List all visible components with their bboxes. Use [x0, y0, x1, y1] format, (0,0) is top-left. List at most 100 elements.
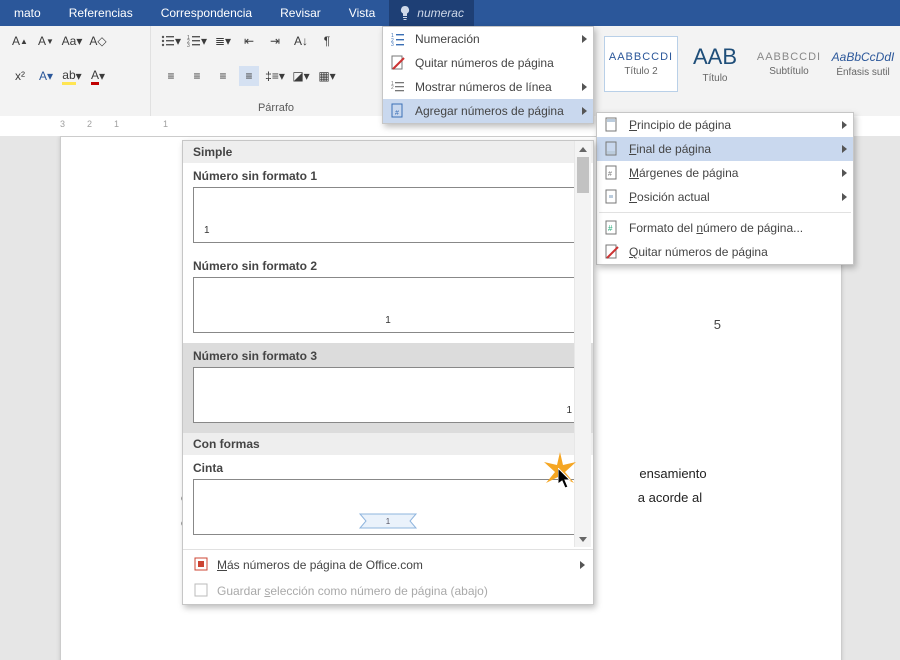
gallery-option-plain-3[interactable]: Número sin formato 3 1: [183, 343, 593, 433]
page-number-position-menu: Principio de página Final de página # Má…: [596, 112, 854, 265]
menu-final-pagina[interactable]: Final de página: [597, 137, 853, 161]
svg-text:3: 3: [391, 42, 394, 47]
tab-view[interactable]: Vista: [335, 0, 389, 26]
option-preview: 1: [193, 479, 583, 535]
page-number-icon: #: [389, 102, 407, 120]
tab-mailings[interactable]: Correspondencia: [147, 0, 266, 26]
align-center-button[interactable]: ≡: [187, 66, 207, 86]
change-case-button[interactable]: Aa▾: [62, 31, 82, 51]
menu-numeracion[interactable]: 123 Numeración: [383, 27, 593, 51]
menu-formato-numero[interactable]: # Formato del número de página...: [597, 216, 853, 240]
menu-label: Posición actual: [629, 190, 710, 204]
shading-button[interactable]: ◪▾: [291, 66, 311, 86]
gallery-option-plain-1[interactable]: Número sin formato 1 1: [183, 163, 593, 253]
option-preview: 1: [193, 277, 583, 333]
bullets-button[interactable]: ▾: [161, 31, 181, 51]
page-margins-icon: #: [603, 164, 621, 182]
superscript-button[interactable]: x²: [10, 66, 30, 86]
font-group-label: [10, 100, 140, 114]
tell-me-input[interactable]: numerac: [417, 6, 464, 20]
line-spacing-button[interactable]: ‡≡▾: [265, 66, 285, 86]
tab-format[interactable]: mato: [0, 0, 55, 26]
menu-label: Final de página: [629, 142, 711, 156]
gallery-option-plain-2[interactable]: Número sin formato 2 1: [183, 253, 593, 343]
tab-references[interactable]: Referencias: [55, 0, 147, 26]
submenu-arrow-icon: [580, 561, 585, 569]
format-number-icon: #: [603, 219, 621, 237]
numbering-icon: 123: [389, 30, 407, 48]
show-marks-button[interactable]: ¶: [317, 31, 337, 51]
style-titulo2[interactable]: AABBCCDITítulo 2: [604, 36, 678, 92]
align-left-button[interactable]: ≡: [161, 66, 181, 86]
ribbon-shape-icon: 1: [358, 512, 418, 530]
numbering-button[interactable]: 123▾: [187, 31, 207, 51]
text: ensamiento: [639, 466, 706, 481]
menu-quitar-numeros[interactable]: Quitar números de página: [383, 51, 593, 75]
paragraph-group-label: Párrafo: [161, 100, 391, 114]
justify-button[interactable]: ≡: [239, 66, 259, 86]
menu-label: Más números de página de Office.com: [217, 558, 423, 572]
gallery-option-ribbon[interactable]: Cinta 1: [183, 455, 593, 545]
top-of-page-icon: [603, 116, 621, 134]
text: a acorde al: [638, 490, 702, 505]
shrink-font-button[interactable]: A▼: [36, 31, 56, 51]
menu-label: Agregar números de página: [415, 104, 564, 118]
menu-margenes-pagina[interactable]: # Márgenes de página: [597, 161, 853, 185]
sort-button[interactable]: A↓: [291, 31, 311, 51]
highlight-button[interactable]: ab▾: [62, 66, 82, 86]
menu-principio-pagina[interactable]: Principio de página: [597, 113, 853, 137]
increase-indent-button[interactable]: ⇥: [265, 31, 285, 51]
menu-label: Quitar números de página: [629, 245, 768, 259]
scrollbar-thumb[interactable]: [577, 157, 589, 193]
tab-review[interactable]: Revisar: [266, 0, 335, 26]
submenu-arrow-icon: [582, 83, 587, 91]
menu-label: Guardar selección como número de página …: [217, 584, 488, 598]
menu-label: Numeración: [415, 32, 480, 46]
align-right-button[interactable]: ≡: [213, 66, 233, 86]
separator: [183, 549, 593, 550]
ruler-tick: 2: [87, 119, 92, 129]
style-titulo[interactable]: AABTítulo: [678, 36, 752, 92]
style-subtitulo[interactable]: AABBCCDISubtítulo: [752, 36, 826, 92]
submenu-arrow-icon: [582, 107, 587, 115]
svg-text:#: #: [608, 224, 613, 233]
menu-label: Quitar números de página: [415, 56, 554, 70]
lightbulb-icon: [399, 6, 411, 20]
menu-label: Principio de página: [629, 118, 731, 132]
menu-label: Formato del número de página...: [629, 221, 803, 235]
ruler-tick: 1: [114, 119, 119, 129]
menu-label: Márgenes de página: [629, 166, 738, 180]
remove-page-number-icon: [603, 243, 621, 261]
save-selection-icon: [193, 582, 209, 601]
menu-agregar-numeros[interactable]: # Agregar números de página: [383, 99, 593, 123]
menu-posicion-actual[interactable]: Posición actual: [597, 185, 853, 209]
text-effects-button[interactable]: A▾: [36, 66, 56, 86]
clear-format-button[interactable]: A◇: [88, 31, 108, 51]
ruler-tick: 3: [60, 119, 65, 129]
page-number-gallery: Simple Número sin formato 1 1 Número sin…: [182, 140, 594, 605]
option-preview: 1: [193, 187, 583, 243]
style-enfasis[interactable]: AaBbCcDdIÉnfasis sutil: [826, 36, 900, 92]
menu-quitar-numeros-2[interactable]: Quitar números de página: [597, 240, 853, 264]
multilevel-list-button[interactable]: ≣▾: [213, 31, 233, 51]
option-preview: 1: [193, 367, 583, 423]
submenu-arrow-icon: [582, 35, 587, 43]
decrease-indent-button[interactable]: ⇤: [239, 31, 259, 51]
ruler-tick: 1: [163, 119, 168, 129]
scrollbar[interactable]: [574, 141, 591, 547]
menu-mostrar-lineas[interactable]: 12 Mostrar números de línea: [383, 75, 593, 99]
svg-text:2: 2: [391, 85, 394, 91]
borders-button[interactable]: ▦▾: [317, 66, 337, 86]
styles-group: AABBCCDITítulo 2 AABTítulo AABBCCDISubtí…: [600, 26, 900, 117]
font-color-button[interactable]: A▾: [88, 66, 108, 86]
gallery-more-office[interactable]: Más números de página de Office.com: [183, 552, 593, 578]
tell-me-search[interactable]: numerac: [389, 0, 474, 26]
remove-page-number-icon: [389, 54, 407, 72]
grow-font-button[interactable]: A▲: [10, 31, 30, 51]
submenu-arrow-icon: [842, 145, 847, 153]
submenu-arrow-icon: [842, 121, 847, 129]
scroll-down-button[interactable]: [575, 531, 591, 547]
option-title: Número sin formato 1: [193, 165, 583, 187]
scroll-up-button[interactable]: [575, 141, 591, 157]
ribbon-tabs: mato Referencias Correspondencia Revisar…: [0, 0, 900, 26]
